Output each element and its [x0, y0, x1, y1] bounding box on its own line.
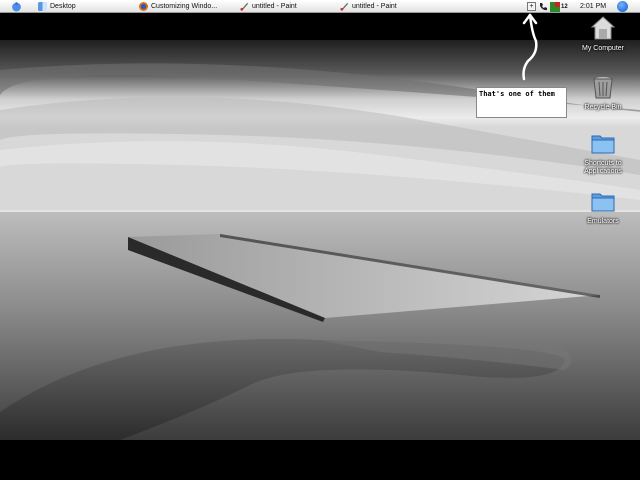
- network-icon[interactable]: [550, 1, 560, 12]
- desktop-icon-label: Emulators: [587, 218, 619, 225]
- taskbar-item-label: untitled - Paint: [252, 3, 297, 10]
- recycle-bin-icon: [593, 76, 613, 99]
- desktop-icon-recycle-bin[interactable]: Recycle Bin: [573, 74, 633, 112]
- firefox-icon: [139, 2, 148, 11]
- desktop-icon-emulators[interactable]: Emulators: [573, 188, 633, 226]
- clock[interactable]: 2:01 PM: [580, 0, 606, 13]
- cpu-meter[interactable]: 12: [561, 4, 568, 10]
- phone-icon[interactable]: [538, 2, 548, 12]
- paint-icon: [340, 2, 349, 11]
- desktop-icon-label: Recycle Bin: [584, 104, 622, 111]
- system-tray: + 12: [527, 1, 568, 12]
- taskbar-item-label: Desktop: [50, 3, 76, 10]
- annotation-note: That's one of them: [476, 87, 567, 118]
- taskbar-item-paint-1[interactable]: untitled - Paint: [240, 0, 330, 13]
- desktop-icon-shortcuts[interactable]: Shortcuts to Applications: [573, 130, 633, 176]
- taskbar-item-paint-2[interactable]: untitled - Paint: [340, 0, 430, 13]
- apple-icon[interactable]: [11, 1, 22, 12]
- taskbar-item-label: Customizing Windo...: [151, 3, 218, 10]
- folder-icon: [591, 193, 615, 212]
- folder-icon: [591, 135, 615, 154]
- computer-icon: [590, 16, 616, 40]
- taskbar-item-firefox[interactable]: Customizing Windo...: [139, 0, 231, 13]
- taskbar-item-label: untitled - Paint: [352, 3, 397, 10]
- tray-add-button[interactable]: +: [527, 2, 536, 11]
- desktop-icon-my-computer[interactable]: My Computer: [573, 15, 633, 53]
- taskbar-item-desktop[interactable]: Desktop: [38, 0, 128, 13]
- desktop-icon-label: Shortcuts to Applications: [584, 160, 622, 175]
- taskbar: Desktop Customizing Windo... untitled - …: [0, 0, 640, 13]
- search-icon[interactable]: [617, 1, 628, 12]
- paint-icon: [240, 2, 249, 11]
- desktop-icon-label: My Computer: [581, 45, 624, 52]
- annotation-arrow-icon: [522, 13, 538, 81]
- finder-icon: [38, 2, 47, 11]
